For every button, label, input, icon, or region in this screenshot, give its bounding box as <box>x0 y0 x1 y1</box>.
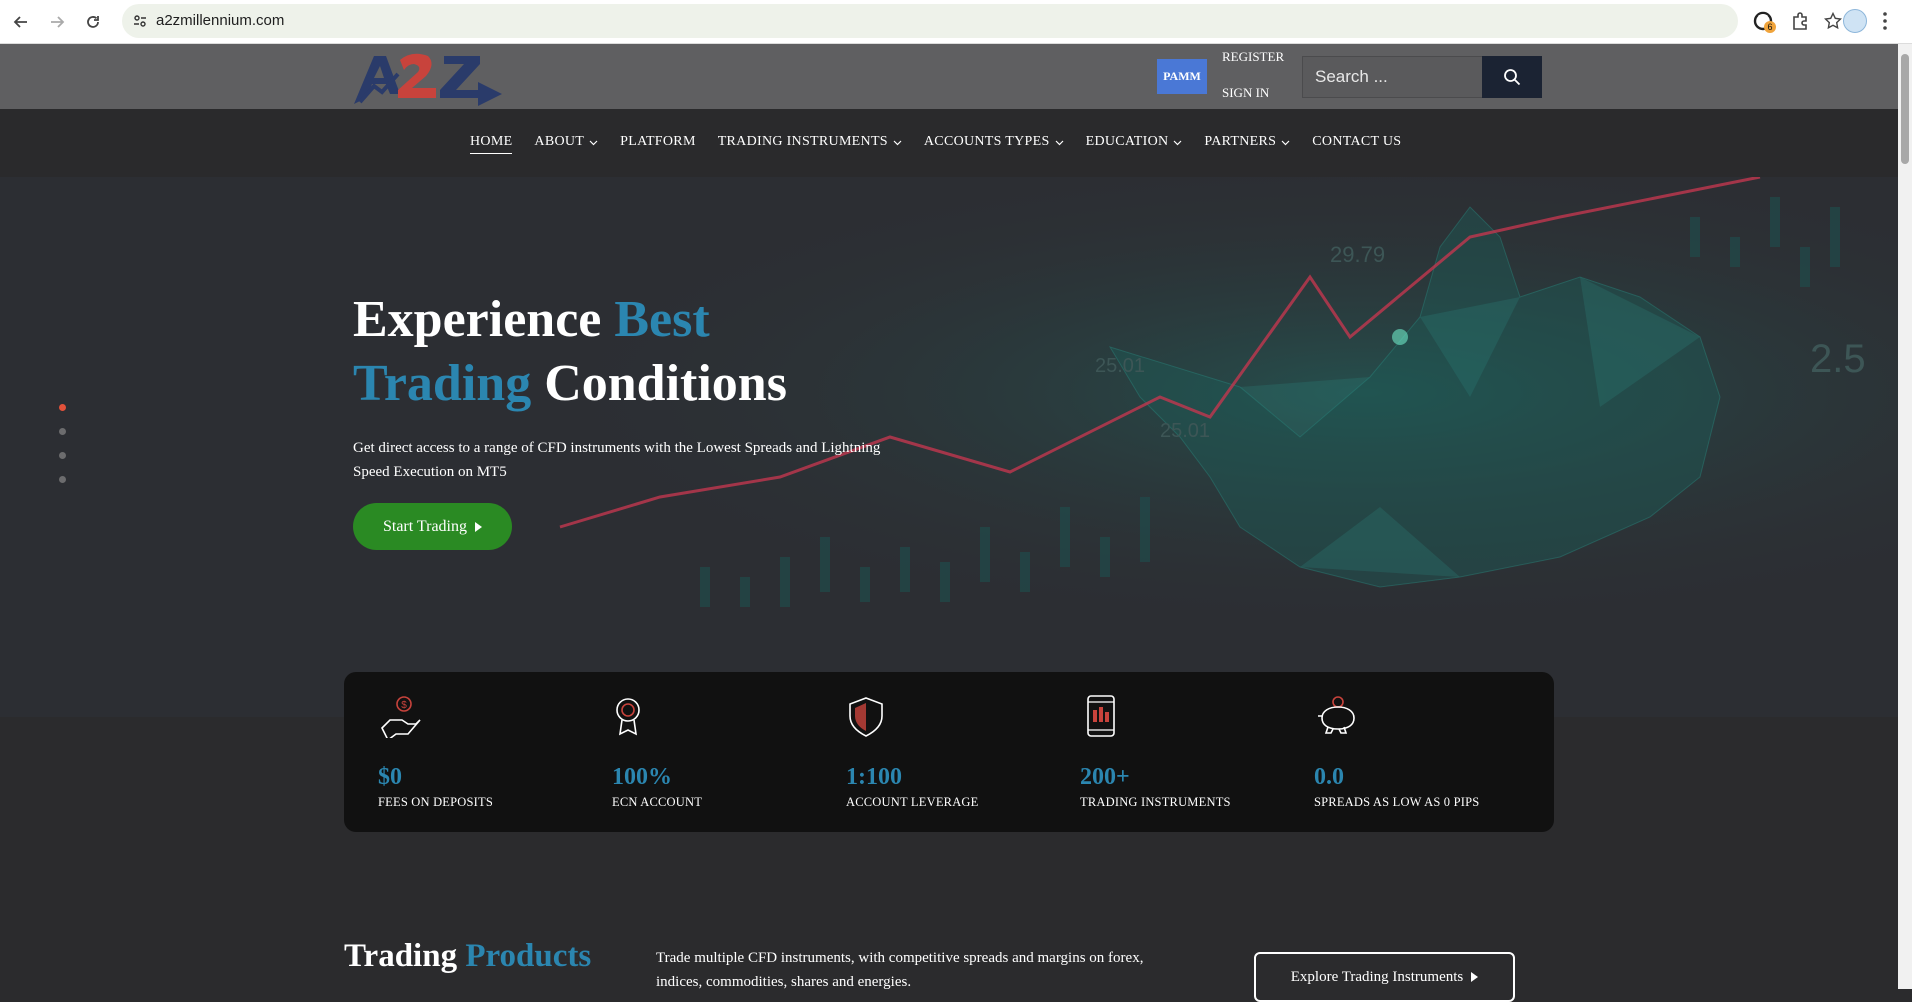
nav-item-home[interactable]: HOME <box>470 130 513 154</box>
stat-label: ECN ACCOUNT <box>612 795 703 809</box>
mobile-chart-icon <box>1087 695 1115 737</box>
pamm-button[interactable]: PAMM <box>1157 59 1207 94</box>
nav-item-label: EDUCATION <box>1085 134 1169 149</box>
stat-label: FEES ON DEPOSITS <box>378 795 494 809</box>
nav-item-trading-instruments[interactable]: TRADING INSTRUMENTS <box>718 130 902 154</box>
hero-title-text-2: Conditions <box>531 355 787 412</box>
nav-item-label: ABOUT <box>534 134 585 149</box>
stat-item: 0.0 SPREADS AS LOW AS 0 PIPS <box>1314 694 1534 810</box>
nav-item-platform[interactable]: PLATFORM <box>620 130 696 154</box>
chevron-down-icon <box>1281 140 1290 145</box>
search-button[interactable] <box>1482 56 1542 98</box>
nav-item-label: TRADING INSTRUMENTS <box>717 134 888 149</box>
hero-bg-label-2: 25.01 <box>1095 355 1145 377</box>
hero-title: Experience Best Trading Conditions <box>353 288 787 416</box>
hero-slider: 29.79 25.01 25.01 2.5 <box>0 177 1898 717</box>
back-button[interactable] <box>8 9 34 35</box>
shield-icon <box>849 697 883 737</box>
nav-item-education[interactable]: EDUCATION <box>1086 130 1183 154</box>
a2z-logo[interactable] <box>352 46 512 108</box>
nav-item-label: HOME <box>470 134 513 149</box>
slider-pagination <box>59 404 66 500</box>
slider-dot-3[interactable] <box>59 452 66 459</box>
svg-text:$: $ <box>401 700 407 711</box>
piggy-bank-icon <box>1318 696 1355 734</box>
stat-value: 200+ <box>1080 764 1130 790</box>
hero-bg-label-4: 2.5 <box>1810 337 1866 381</box>
stat-value: 1:100 <box>846 764 902 790</box>
stat-value: 100% <box>612 764 672 790</box>
hero-bg-label-3: 25.01 <box>1160 420 1210 442</box>
chevron-down-icon <box>1173 140 1182 145</box>
arrow-left-icon <box>13 16 27 28</box>
forward-button[interactable] <box>44 9 70 35</box>
hero-title-text-1: Experience <box>353 291 615 348</box>
slider-dot-2[interactable] <box>59 428 66 435</box>
register-link[interactable]: REGISTER <box>1222 49 1284 65</box>
search-input[interactable] <box>1302 56 1483 98</box>
stat-value: 0.0 <box>1314 764 1344 790</box>
products-title-accent: Products <box>465 938 592 974</box>
stat-label: TRADING INSTRUMENTS <box>1080 795 1231 809</box>
start-trading-label: Start Trading <box>382 517 467 535</box>
stat-label: ACCOUNT LEVERAGE <box>846 795 979 809</box>
explore-instruments-button[interactable]: Explore Trading Instruments <box>1254 952 1515 1002</box>
reload-icon <box>87 16 99 28</box>
slider-dot-1[interactable] <box>59 404 66 411</box>
caret-right-icon <box>475 521 482 532</box>
stat-value: $0 <box>378 764 402 790</box>
nav-menu: HOME ABOUT PLATFORM TRADING INSTRUMENTS ACCO… <box>470 130 1423 154</box>
puzzle-icon[interactable] <box>1790 10 1812 32</box>
stats-card: $ $0 FEES ON DEPOSITS 100% ECN ACCOUNT 1:100 A… <box>344 672 1554 832</box>
scrollbar-thumb[interactable] <box>1901 54 1909 164</box>
hero-background-graphic: 29.79 25.01 25.01 2.5 <box>0 177 1898 717</box>
nav-item-about[interactable]: ABOUT <box>534 130 598 154</box>
chevron-down-icon <box>1055 140 1064 145</box>
products-title-text: Trading <box>344 938 466 974</box>
start-trading-button[interactable]: Start Trading <box>353 503 512 550</box>
address-bar[interactable]: a2zmillennium.com <box>122 4 1842 38</box>
hero-title-accent-1: Best <box>614 291 710 348</box>
stat-item: $ $0 FEES ON DEPOSITS <box>378 694 598 810</box>
arrow-right-icon <box>51 16 65 28</box>
hero-title-accent-2: Trading <box>353 355 532 412</box>
products-description: Trade multiple CFD instruments, with com… <box>656 950 1144 990</box>
nav-item-label: CONTACT US <box>1312 134 1402 149</box>
products-title: Trading Products <box>344 938 591 975</box>
stat-item: 100% ECN ACCOUNT <box>612 694 832 810</box>
menu-kebab-icon[interactable] <box>1882 11 1888 31</box>
hand-dollar-icon: $ <box>381 696 421 742</box>
hero-subtitle: Get direct access to a range of CFD inst… <box>353 440 881 480</box>
chevron-down-icon <box>589 140 598 145</box>
nav-item-label: PLATFORM <box>620 134 696 149</box>
sign-in-link[interactable]: SIGN IN <box>1222 85 1269 101</box>
site-settings-icon[interactable] <box>132 13 148 29</box>
explore-instruments-label: Explore Trading Instruments <box>1290 968 1464 985</box>
hero-bg-label-1: 29.79 <box>1330 242 1385 267</box>
site-topbar: PAMM REGISTER SIGN IN <box>0 44 1898 109</box>
search-icon <box>1504 69 1521 86</box>
stat-item: 200+ TRADING INSTRUMENTS <box>1080 694 1300 810</box>
nav-item-contact-us[interactable]: CONTACT US <box>1312 130 1401 154</box>
url-text[interactable]: a2zmillennium.com <box>156 12 284 29</box>
chevron-down-icon <box>893 140 902 145</box>
reload-button[interactable] <box>80 9 106 35</box>
extension-badge: 6 <box>1764 21 1776 33</box>
main-navigation: HOME ABOUT PLATFORM TRADING INSTRUMENTS ACCO… <box>0 109 1898 177</box>
profile-avatar[interactable] <box>1843 9 1867 33</box>
browser-toolbar: a2zmillennium.com 6 <box>0 0 1912 44</box>
bookmark-star-icon[interactable] <box>1824 12 1842 30</box>
page-scrollbar[interactable] <box>1898 44 1912 989</box>
caret-right-icon <box>1471 972 1479 982</box>
stat-item: 1:100 ACCOUNT LEVERAGE <box>846 694 1066 810</box>
award-medal-icon <box>616 698 640 736</box>
nav-item-label: PARTNERS <box>1204 134 1277 149</box>
nav-item-label: ACCOUNTS TYPES <box>923 134 1050 149</box>
nav-item-partners[interactable]: PARTNERS <box>1204 130 1290 154</box>
nav-item-accounts-types[interactable]: ACCOUNTS TYPES <box>924 130 1064 154</box>
slider-dot-4[interactable] <box>59 476 66 483</box>
stat-label: SPREADS AS LOW AS 0 PIPS <box>1314 795 1480 809</box>
